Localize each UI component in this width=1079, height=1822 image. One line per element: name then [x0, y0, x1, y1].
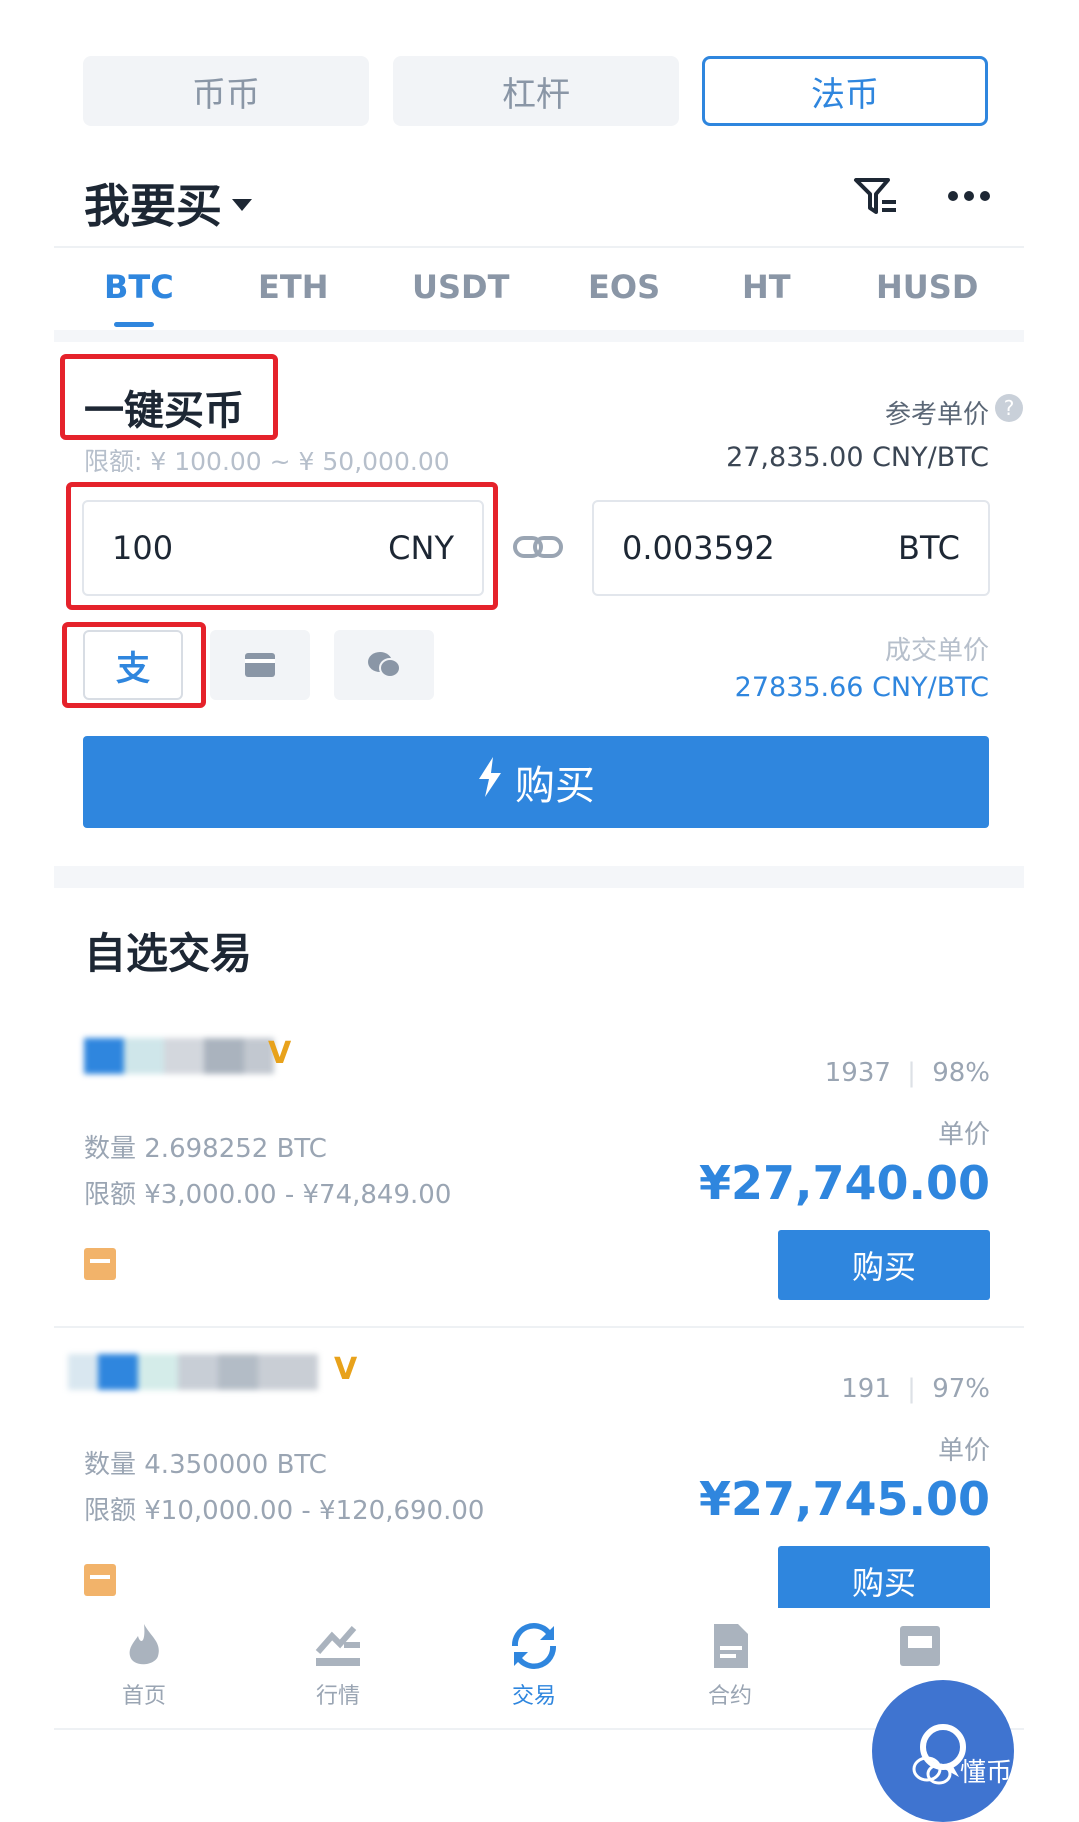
nav-market-label: 行情	[315, 1684, 360, 1709]
ref-price-value: 27,835.00 CNY/BTC	[726, 442, 989, 473]
link-icon	[512, 530, 564, 568]
quick-buy-title: 一键买币	[84, 388, 244, 434]
crypto-amount-input[interactable]: 0.003592 BTC	[592, 500, 990, 596]
deal-price-label: 成交单价	[884, 636, 989, 666]
deal-price-value: 27835.66 CNY/BTC	[734, 672, 989, 703]
unit-price-label: 单价	[937, 1120, 990, 1150]
limit-text: 限额: ¥ 100.00 ~ ¥ 50,000.00	[84, 447, 450, 476]
active-tab-indicator	[114, 322, 154, 327]
limit-text: 限额 ¥3,000.00 - ¥74,849.00	[84, 1180, 452, 1210]
nav-contract[interactable]: 合约	[670, 1622, 790, 1710]
merchant-stats: 1937 | 98%	[824, 1058, 990, 1088]
coin-tab-eos[interactable]: EOS	[588, 268, 660, 306]
refresh-icon	[510, 1622, 558, 1670]
tab-margin[interactable]: 杠杆	[393, 56, 679, 126]
section-separator	[54, 330, 1024, 342]
section-separator	[54, 866, 1024, 888]
flame-icon	[120, 1622, 168, 1670]
coin-tab-usdt[interactable]: USDT	[412, 268, 509, 306]
more-icon[interactable]	[946, 188, 992, 207]
tab-spot[interactable]: 币币	[83, 56, 369, 126]
coin-tab-btc[interactable]: BTC	[104, 268, 174, 306]
unit-price-label: 单价	[937, 1436, 990, 1466]
coin-tab-ht[interactable]: HT	[742, 268, 791, 306]
fiat-amount-input[interactable]: 100 CNY	[82, 500, 484, 596]
unit-price: ¥27,745.00	[698, 1472, 990, 1526]
list-item[interactable]: V 1937 | 98% 单价 数量 2.698252 BTC 限额 ¥3,00…	[54, 1018, 1024, 1318]
wechat-icon	[912, 1756, 952, 1784]
alipay-icon: 支	[116, 648, 150, 689]
quantity-text: 数量 4.350000 BTC	[84, 1450, 327, 1480]
coin-tab-husd[interactable]: HUSD	[876, 268, 978, 306]
bank-card-icon	[245, 653, 275, 677]
watermark: 懂币哥	[912, 1752, 1038, 1789]
limit-text: 限额 ¥10,000.00 - ¥120,690.00	[84, 1496, 485, 1526]
nav-trade-label: 交易	[511, 1684, 556, 1709]
page-title: 我要买	[84, 179, 222, 233]
crypto-amount-value: 0.003592	[622, 529, 775, 567]
unit-price: ¥27,740.00	[698, 1156, 990, 1210]
buy-mode-dropdown[interactable]: 我要买	[84, 170, 252, 236]
fiat-unit: CNY	[388, 529, 454, 567]
quick-buy-button-label: 购买	[515, 763, 595, 809]
payment-wechat[interactable]	[334, 630, 434, 700]
payment-bank-card[interactable]	[210, 630, 310, 700]
merchant-name	[68, 1354, 318, 1390]
coin-tab-eth[interactable]: ETH	[258, 268, 328, 306]
verified-badge-icon: V	[334, 1352, 358, 1387]
quantity-text: 数量 2.698252 BTC	[84, 1134, 327, 1164]
merchant-stats: 191 | 97%	[841, 1374, 990, 1404]
buy-button[interactable]: 购买	[778, 1546, 990, 1616]
divider	[54, 246, 1024, 248]
nav-assets[interactable]	[860, 1622, 980, 1678]
crypto-unit: BTC	[898, 529, 960, 567]
list-item[interactable]: V 191 | 97% 单价 数量 4.350000 BTC 限额 ¥10,00…	[54, 1334, 1024, 1616]
buy-button[interactable]: 购买	[778, 1230, 990, 1300]
ref-price-label: 参考单价	[884, 400, 989, 430]
nav-market[interactable]: 行情	[278, 1622, 398, 1710]
payment-alipay[interactable]: 支	[83, 630, 183, 700]
customer-service-button[interactable]	[872, 1680, 1014, 1822]
nav-contract-label: 合约	[707, 1684, 752, 1709]
watermark-text: 懂币哥	[960, 1758, 1039, 1788]
caret-down-icon	[232, 199, 252, 211]
quick-buy-button[interactable]: 购买	[83, 736, 989, 828]
otc-section-title: 自选交易	[84, 929, 253, 978]
tab-fiat[interactable]: 法币	[702, 56, 988, 126]
chart-icon	[314, 1622, 362, 1670]
divider	[54, 1326, 1024, 1328]
merchant-name	[84, 1038, 274, 1074]
bottom-nav: 首页 行情 交易 合约	[54, 1608, 1024, 1730]
assets-icon	[896, 1622, 944, 1670]
fiat-amount-value: 100	[112, 529, 174, 567]
lightning-icon	[477, 757, 503, 807]
wechat-icon	[368, 652, 401, 678]
document-icon	[706, 1622, 754, 1670]
bank-card-icon	[84, 1248, 116, 1280]
nav-home-label: 首页	[121, 1684, 166, 1709]
filter-icon[interactable]	[852, 174, 900, 222]
bank-card-icon	[84, 1564, 116, 1596]
nav-trade[interactable]: 交易	[474, 1622, 594, 1710]
verified-badge-icon: V	[268, 1036, 292, 1071]
nav-home[interactable]: 首页	[84, 1622, 204, 1710]
help-icon[interactable]: ?	[995, 394, 1023, 422]
